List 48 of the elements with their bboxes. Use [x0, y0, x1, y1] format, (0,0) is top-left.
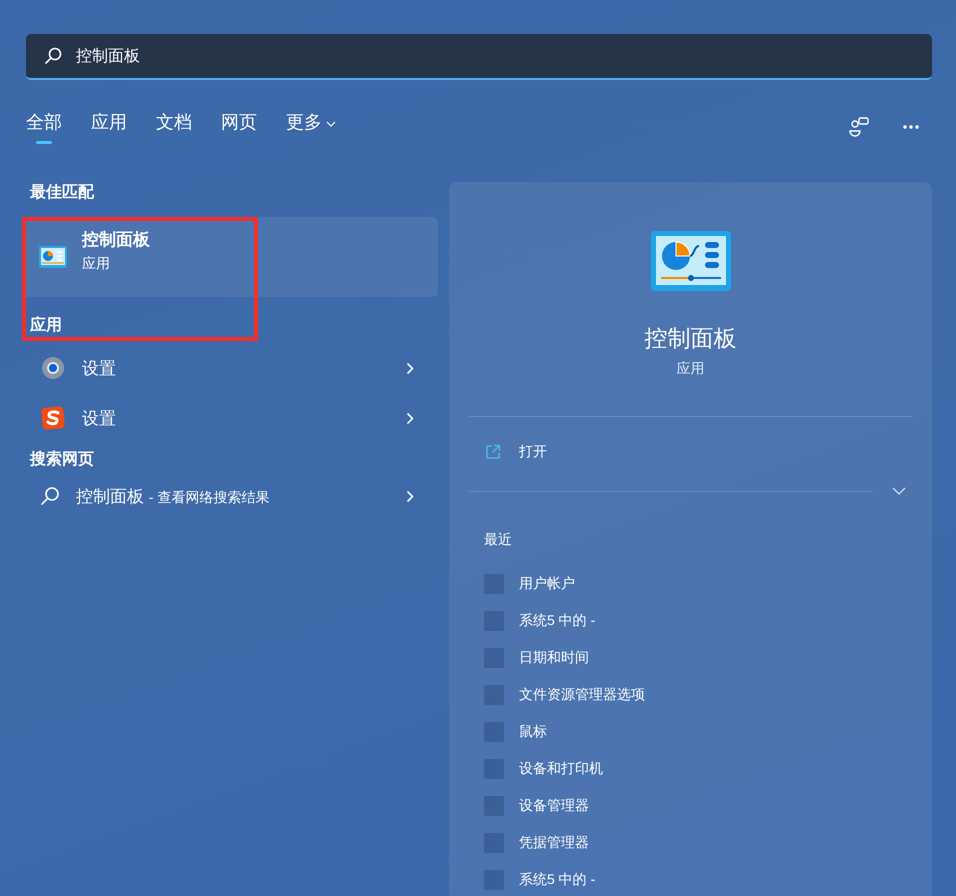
- item-placeholder-icon: [484, 796, 504, 816]
- web-search-item[interactable]: 控制面板 - 查看网络搜索结果: [22, 471, 438, 521]
- result-type: 应用: [82, 254, 111, 272]
- chevron-right-icon: [406, 362, 414, 374]
- chevron-down-icon[interactable]: [892, 487, 906, 495]
- item-placeholder-icon: [484, 758, 504, 778]
- recent-item[interactable]: 日期和时间: [469, 639, 912, 676]
- filter-tab[interactable]: 文档: [156, 110, 192, 144]
- item-placeholder-icon: [484, 722, 504, 742]
- item-placeholder-icon: [484, 648, 504, 668]
- gear-icon: [40, 355, 66, 381]
- filter-tab[interactable]: 更多: [286, 110, 336, 144]
- item-placeholder-icon: [484, 870, 504, 890]
- section-heading: 搜索网页: [30, 449, 95, 470]
- item-placeholder-icon: [484, 610, 504, 630]
- recent-item[interactable]: 鼠标: [469, 713, 912, 750]
- filter-tab[interactable]: 应用: [91, 110, 127, 144]
- people-chat-icon[interactable]: [848, 116, 870, 138]
- section-heading: 最佳匹配: [30, 182, 96, 203]
- item-placeholder-icon: [484, 574, 504, 594]
- filter-tab[interactable]: 网页: [221, 110, 257, 144]
- recent-item[interactable]: 用户帐户: [469, 565, 912, 602]
- app-type: 应用: [676, 360, 704, 378]
- section-heading: 应用: [30, 315, 63, 336]
- search-icon: [44, 47, 62, 65]
- recent-item[interactable]: 系统5 中的 -: [469, 602, 912, 639]
- recent-item[interactable]: 设备管理器: [469, 787, 912, 824]
- open-external-icon: [485, 444, 501, 460]
- recent-item[interactable]: 设备和打印机: [469, 750, 912, 787]
- s-logo-icon: [40, 405, 66, 431]
- app-title: 控制面板: [644, 324, 736, 353]
- app-result-item[interactable]: 设置: [22, 343, 438, 393]
- recent-item[interactable]: 凭据管理器: [469, 824, 912, 861]
- item-placeholder-icon: [484, 832, 504, 852]
- search-icon: [40, 486, 60, 506]
- item-placeholder-icon: [484, 684, 504, 704]
- result-title: 控制面板: [82, 228, 150, 250]
- more-icon[interactable]: [902, 124, 920, 130]
- filter-tab[interactable]: 全部: [26, 110, 62, 144]
- app-result-item[interactable]: 设置: [22, 393, 438, 443]
- chevron-right-icon: [406, 412, 414, 424]
- recent-item[interactable]: 系统5 中的 -: [469, 861, 912, 896]
- chevron-right-icon: [406, 490, 414, 502]
- open-action[interactable]: 打开: [469, 417, 912, 487]
- control-panel-icon: [38, 245, 68, 269]
- control-panel-icon: [650, 231, 730, 291]
- section-heading: 最近: [483, 531, 513, 549]
- recent-item[interactable]: 文件资源管理器选项: [469, 676, 912, 713]
